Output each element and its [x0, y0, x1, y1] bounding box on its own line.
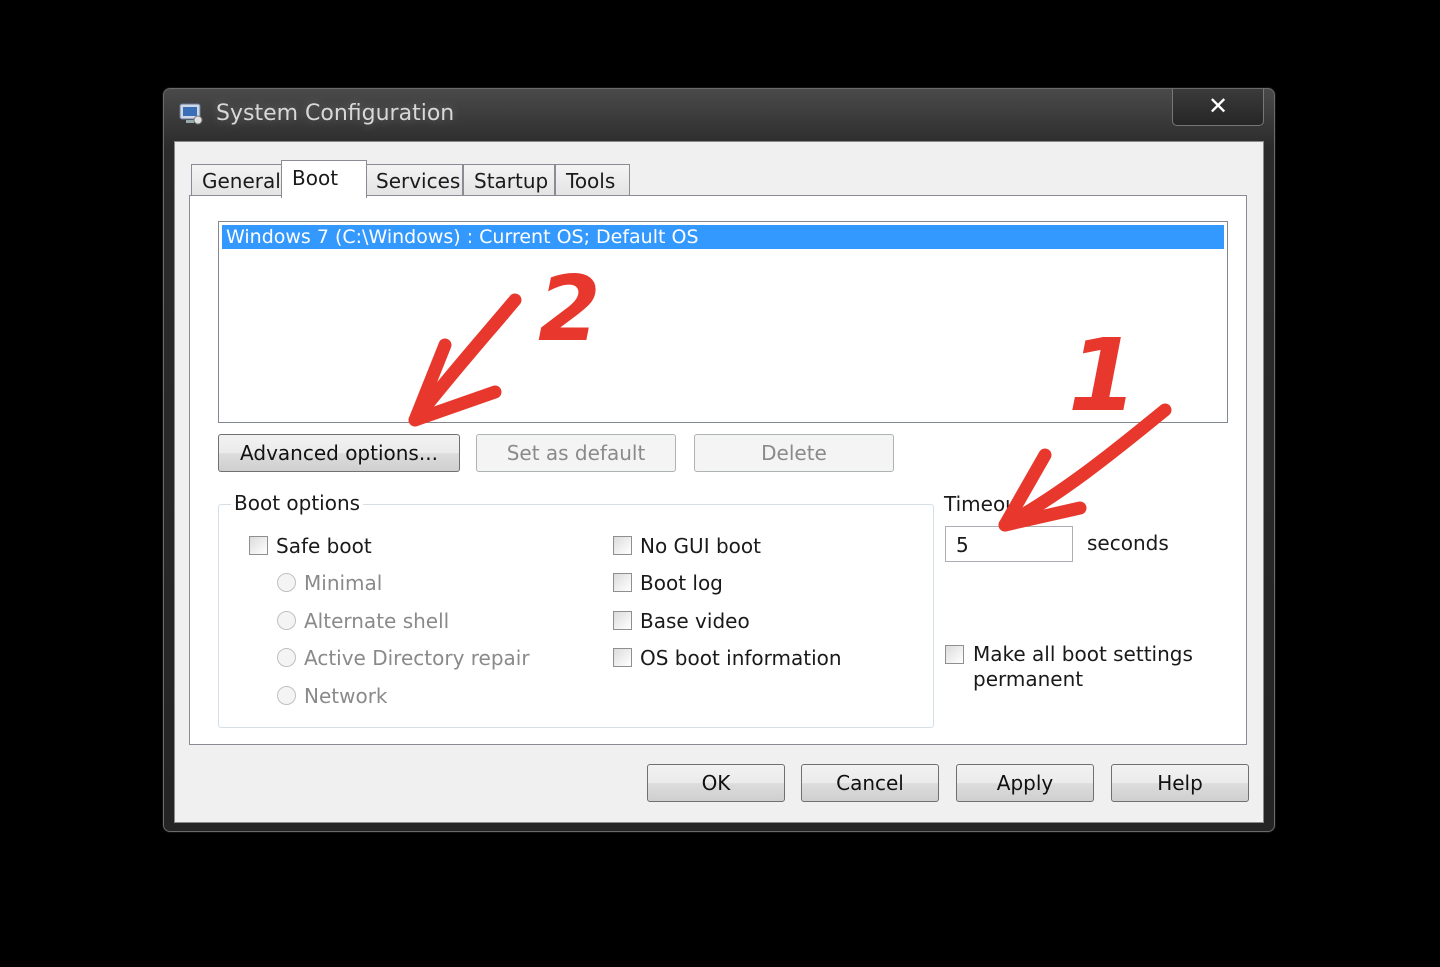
make-permanent-label-line2: permanent	[973, 667, 1084, 691]
os-list-item[interactable]: Windows 7 (C:\Windows) : Current OS; Def…	[222, 225, 1224, 249]
network-label: Network	[304, 684, 388, 708]
ok-button[interactable]: OK	[647, 764, 785, 802]
set-as-default-button[interactable]: Set as default	[476, 434, 676, 472]
make-permanent-checkbox[interactable]: Make all boot settings permanent	[945, 642, 1193, 692]
dialog-client-area: General Boot Services Startup Tools Wind…	[174, 141, 1264, 823]
boot-log-label: Boot log	[640, 571, 723, 595]
title-bar[interactable]: System Configuration ✕	[164, 89, 1274, 141]
timeout-label: Timeou	[944, 492, 1018, 516]
checkbox-box	[613, 536, 632, 555]
os-boot-information-label: OS boot information	[640, 646, 842, 670]
safe-boot-checkbox[interactable]: Safe boot	[249, 533, 372, 559]
os-boot-information-checkbox[interactable]: OS boot information	[613, 645, 842, 671]
checkbox-box	[613, 611, 632, 630]
system-configuration-window: System Configuration ✕ General Boot Serv…	[163, 88, 1275, 832]
radio-circle	[277, 573, 296, 592]
delete-button[interactable]: Delete	[694, 434, 894, 472]
base-video-label: Base video	[640, 609, 750, 633]
minimal-radio[interactable]: Minimal	[277, 570, 382, 596]
tab-tools[interactable]: Tools	[555, 164, 630, 196]
seconds-label: seconds	[1087, 531, 1169, 555]
system-configuration-icon	[179, 103, 203, 125]
cancel-button[interactable]: Cancel	[801, 764, 939, 802]
window-title: System Configuration	[216, 101, 455, 126]
checkbox-box	[945, 645, 964, 664]
tab-startup[interactable]: Startup	[463, 164, 555, 196]
make-permanent-label-line1: Make all boot settings	[973, 642, 1193, 666]
base-video-checkbox[interactable]: Base video	[613, 608, 750, 634]
close-button[interactable]: ✕	[1172, 89, 1264, 126]
checkbox-box	[613, 573, 632, 592]
alternate-shell-radio[interactable]: Alternate shell	[277, 608, 449, 634]
advanced-options-button[interactable]: Advanced options...	[218, 434, 460, 472]
tab-services[interactable]: Services	[365, 164, 463, 196]
timeout-input[interactable]: 5	[945, 526, 1073, 562]
no-gui-boot-label: No GUI boot	[640, 534, 761, 558]
active-directory-repair-radio[interactable]: Active Directory repair	[277, 645, 530, 671]
apply-button[interactable]: Apply	[956, 764, 1094, 802]
radio-circle	[277, 648, 296, 667]
network-radio[interactable]: Network	[277, 683, 388, 709]
tab-general[interactable]: General	[191, 164, 283, 196]
no-gui-boot-checkbox[interactable]: No GUI boot	[613, 533, 761, 559]
radio-circle	[277, 686, 296, 705]
os-list[interactable]: Windows 7 (C:\Windows) : Current OS; Def…	[218, 221, 1228, 423]
help-button[interactable]: Help	[1111, 764, 1249, 802]
active-directory-repair-label: Active Directory repair	[304, 646, 530, 670]
minimal-label: Minimal	[304, 571, 383, 595]
safe-boot-label: Safe boot	[276, 534, 372, 558]
checkbox-box	[249, 536, 268, 555]
boot-tab-panel: Windows 7 (C:\Windows) : Current OS; Def…	[189, 195, 1247, 745]
alternate-shell-label: Alternate shell	[304, 609, 450, 633]
boot-options-group: Boot options Safe boot Minimal Alternate…	[218, 491, 934, 728]
radio-circle	[277, 611, 296, 630]
boot-log-checkbox[interactable]: Boot log	[613, 570, 723, 596]
checkbox-box	[613, 648, 632, 667]
tab-boot[interactable]: Boot	[281, 160, 367, 198]
boot-options-legend: Boot options	[231, 491, 364, 515]
